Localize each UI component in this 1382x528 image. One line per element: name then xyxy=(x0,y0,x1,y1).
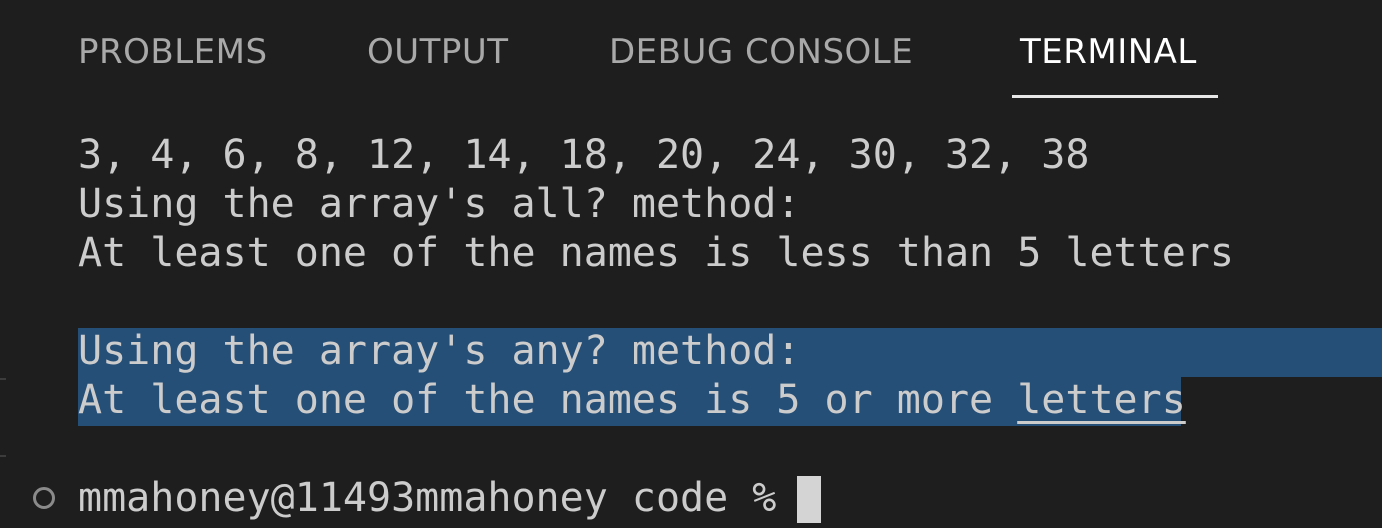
tab-output[interactable]: OUTPUT xyxy=(367,32,509,72)
prompt-status-circle-icon xyxy=(33,487,55,509)
output-line: Using the array's any? method: xyxy=(78,328,801,374)
output-line: Using the array's all? method: xyxy=(78,181,801,227)
gutter-mark xyxy=(0,455,6,457)
tab-debug-console[interactable]: DEBUG CONSOLE xyxy=(609,32,913,72)
tab-problems[interactable]: PROBLEMS xyxy=(78,32,268,72)
tab-terminal[interactable]: TERMINAL xyxy=(1020,32,1197,72)
terminal-cursor xyxy=(797,476,821,523)
output-line: At least one of the names is less than 5… xyxy=(78,230,1234,276)
underlined-word: letters xyxy=(1017,377,1186,423)
output-text: At least one of the names is 5 or more xyxy=(78,377,1018,423)
active-tab-indicator xyxy=(1012,95,1218,98)
panel-tab-bar: PROBLEMS OUTPUT DEBUG CONSOLE TERMINAL xyxy=(0,0,1382,100)
prompt-line: mmahoney@11493mmahoney code % xyxy=(78,475,801,521)
gutter-mark xyxy=(0,378,6,380)
output-line: At least one of the names is 5 or more l… xyxy=(78,376,1186,425)
output-line: 3, 4, 6, 8, 12, 14, 18, 20, 24, 30, 32, … xyxy=(78,132,1090,178)
terminal-panel: PROBLEMS OUTPUT DEBUG CONSOLE TERMINAL 3… xyxy=(0,0,1382,528)
